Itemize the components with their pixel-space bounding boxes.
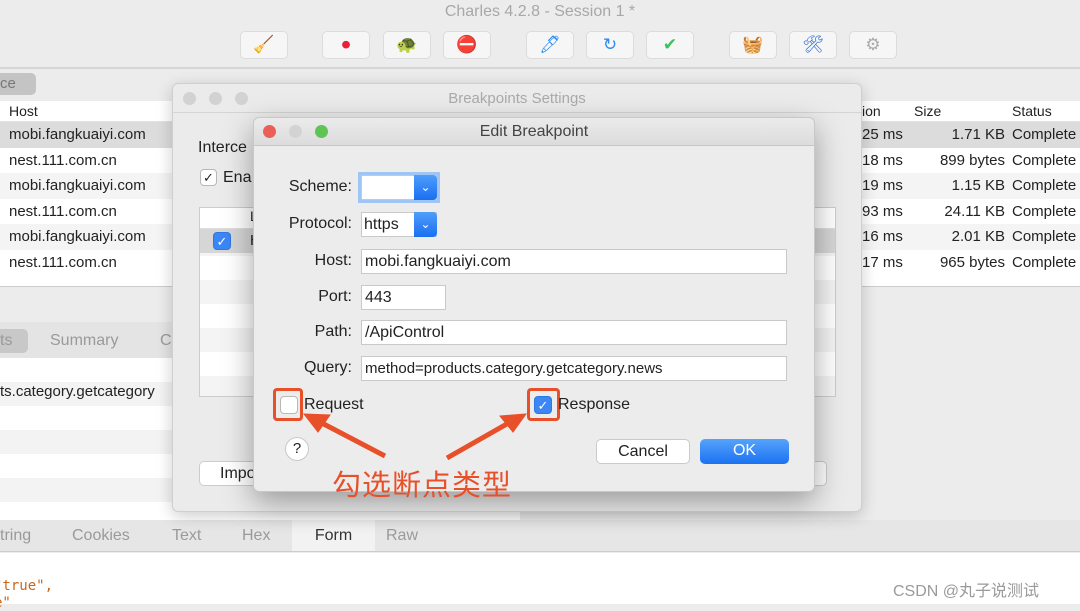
watermark: CSDN @丸子说测试 [893,583,1040,600]
annotation-arrows [302,413,528,461]
arrow-line [445,418,514,461]
annotation-text: 勾选断点类型 [332,470,513,502]
arrow-line [316,418,387,459]
